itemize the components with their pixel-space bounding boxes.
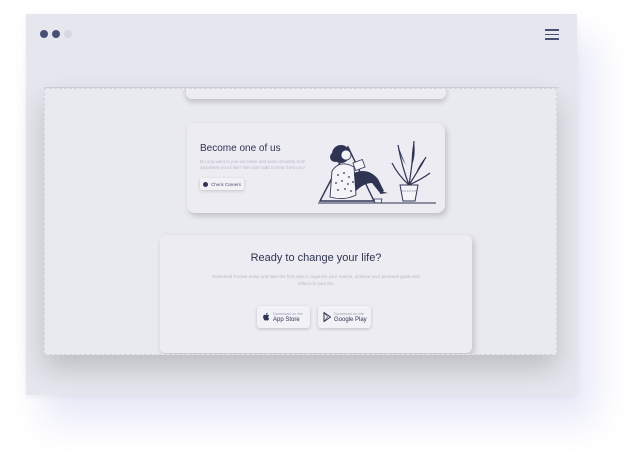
window-title-bar	[26, 14, 577, 54]
circle-icon	[203, 181, 208, 187]
play-icon	[323, 312, 331, 322]
close-dot[interactable]	[40, 30, 48, 38]
woman-reading-illustration	[318, 140, 436, 204]
join-description: Do you want to join our team and work re…	[200, 159, 306, 170]
join-card: Become one of us Do you want to join our…	[187, 123, 445, 213]
hamburger-menu-icon[interactable]	[545, 29, 559, 40]
join-title: Become one of us	[200, 143, 281, 154]
previous-card-edge	[186, 89, 446, 99]
ready-card: Ready to change your life? Download Pock…	[160, 235, 472, 353]
app-store-button[interactable]: Download on the App Store	[257, 306, 310, 328]
minimize-dot[interactable]	[52, 30, 60, 38]
google-play-button[interactable]: Download on the Google Play	[318, 306, 371, 328]
apple-icon	[263, 312, 270, 321]
google-play-small-label: Download on the	[334, 311, 365, 316]
maximize-dot[interactable]	[64, 30, 72, 38]
page-content: Become one of us Do you want to join our…	[44, 88, 557, 355]
ready-description: Download Pocket today and take the first…	[212, 274, 420, 286]
google-play-label: Google Play	[334, 317, 367, 323]
check-careers-label: Check Careers	[211, 181, 242, 187]
app-store-label: App Store	[273, 317, 300, 323]
check-careers-button[interactable]: Check Careers	[200, 178, 244, 190]
ready-title: Ready to change your life?	[250, 252, 382, 264]
app-store-small-label: Download on the	[273, 311, 304, 316]
